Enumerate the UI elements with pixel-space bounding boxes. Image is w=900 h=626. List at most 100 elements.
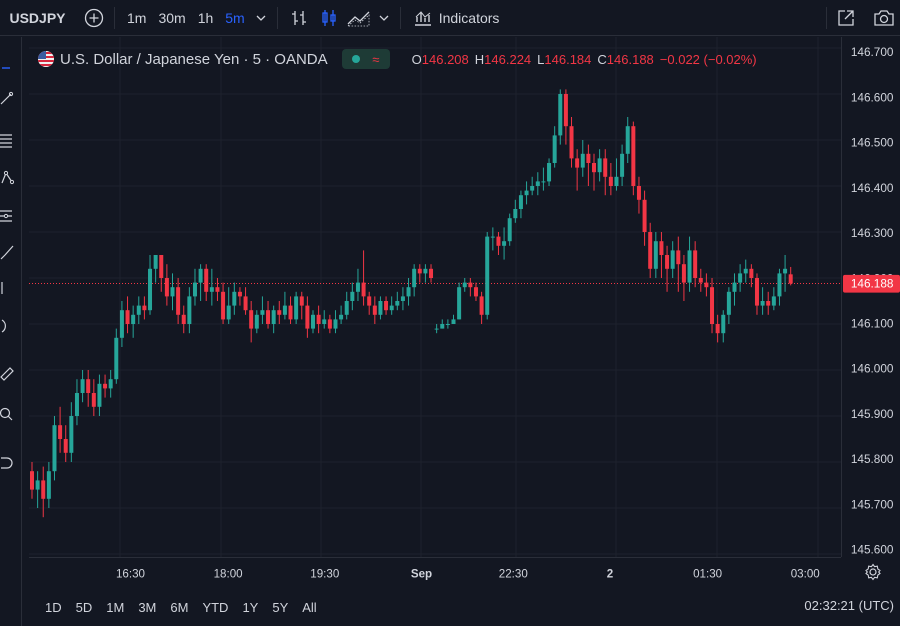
timeframe-30m[interactable]: 30m xyxy=(152,4,191,32)
trend-line-tool[interactable] xyxy=(0,87,20,109)
price-tick-label: 145.700 xyxy=(851,498,894,511)
price-tick-label: 146.100 xyxy=(851,317,894,330)
snapshot-share-button[interactable] xyxy=(833,4,859,32)
time-tick-label: 18:00 xyxy=(214,567,243,580)
candle xyxy=(620,144,625,186)
axis-settings-button[interactable] xyxy=(864,563,884,583)
time-tick-label: 16:30 xyxy=(116,567,145,580)
pattern-tool[interactable] xyxy=(0,167,20,189)
bottom-toolbar: 1D 5D 1M 3M 6M YTD 1Y 5Y All 02:32:21 (UTC) xyxy=(22,588,900,626)
candle xyxy=(659,232,664,278)
candle xyxy=(715,314,720,343)
candle xyxy=(243,287,248,315)
candle xyxy=(125,296,130,334)
candle xyxy=(552,126,557,168)
candle xyxy=(305,296,310,338)
range-3m[interactable]: 3M xyxy=(131,600,163,615)
fib-icon xyxy=(0,134,12,148)
range-all[interactable]: All xyxy=(295,600,323,615)
text-icon xyxy=(1,282,3,294)
ohlc-low: L146.184 xyxy=(537,51,592,67)
candle xyxy=(389,296,394,315)
candle xyxy=(181,305,186,334)
price-tick-label: 145.600 xyxy=(851,544,894,557)
market-open-dot-icon xyxy=(351,55,360,63)
candle xyxy=(760,287,765,315)
candle xyxy=(187,287,192,334)
range-6m[interactable]: 6M xyxy=(163,600,195,615)
candle xyxy=(91,379,96,416)
price-tick-label: 146.400 xyxy=(851,182,894,195)
candle xyxy=(535,172,540,196)
market-status-badge[interactable]: ≈ xyxy=(341,49,390,69)
timeframe-5m[interactable]: 5m xyxy=(219,4,250,32)
candle xyxy=(142,296,147,320)
timeframe-1m[interactable]: 1m xyxy=(121,4,152,32)
area-style-button[interactable] xyxy=(344,4,374,32)
candle xyxy=(698,268,703,292)
range-5y[interactable]: 5Y xyxy=(265,600,295,615)
candle xyxy=(80,370,85,403)
candle xyxy=(754,273,759,315)
zoom-tool[interactable] xyxy=(0,403,20,425)
smiley-icon xyxy=(1,319,6,333)
range-1d[interactable]: 1D xyxy=(38,600,69,615)
candle xyxy=(339,305,344,324)
price-tick-label: 145.800 xyxy=(851,453,894,466)
legend-title[interactable]: U.S. Dollar / Japanese Yen · 5 · OANDA xyxy=(60,51,328,68)
utc-clock[interactable]: 02:32:21 (UTC) xyxy=(804,598,894,613)
candle xyxy=(41,466,46,518)
candle xyxy=(192,268,197,306)
symbol-search[interactable]: USDJPY xyxy=(0,4,72,32)
range-1y[interactable]: 1Y xyxy=(235,600,265,615)
time-axis[interactable]: 16:30 18:00 19:30 Sep 22:30 2 01:30 03:00 xyxy=(29,557,841,587)
candle xyxy=(395,291,400,311)
candle xyxy=(282,291,287,320)
candle xyxy=(766,291,771,315)
candle xyxy=(176,278,181,324)
candle xyxy=(653,232,658,278)
candlestick-chart[interactable] xyxy=(29,37,841,557)
zoom-in-icon xyxy=(0,407,13,421)
toolbar-divider xyxy=(114,6,115,29)
indicators-button[interactable]: Indicators xyxy=(407,4,506,32)
magnet-tool[interactable] xyxy=(0,452,20,474)
price-axis[interactable]: 146.700146.600146.500146.400146.300146.2… xyxy=(841,37,900,557)
compare-add-button[interactable] xyxy=(80,4,108,32)
icons-tool[interactable] xyxy=(0,315,20,337)
candle xyxy=(681,255,686,301)
candle xyxy=(237,287,242,306)
candle xyxy=(777,268,782,306)
time-tick-label: 19:30 xyxy=(310,567,339,580)
area-chart-icon xyxy=(346,11,370,26)
price-tick-label: 145.900 xyxy=(851,408,894,421)
range-1m[interactable]: 1M xyxy=(99,600,131,615)
ohlc-values: O146.208 H146.224 L146.184 C146.188 −0.0… xyxy=(412,52,757,67)
range-ytd[interactable]: YTD xyxy=(195,600,235,615)
candles-style-button[interactable] xyxy=(314,4,344,32)
measure-tool[interactable] xyxy=(0,362,20,384)
text-tool[interactable] xyxy=(0,277,20,299)
snapshot-camera-button[interactable] xyxy=(870,4,898,32)
timeframe-dropdown[interactable] xyxy=(251,4,271,32)
crosshair-tool[interactable] xyxy=(0,51,20,73)
wave-icon: ≈ xyxy=(372,51,380,67)
fib-tool[interactable] xyxy=(0,130,20,152)
toolbar-divider xyxy=(276,6,278,29)
candle xyxy=(103,374,108,398)
candle xyxy=(412,264,417,297)
time-tick-label: 2 xyxy=(607,567,613,580)
candle xyxy=(136,296,141,324)
candle xyxy=(299,291,304,320)
range-5d[interactable]: 5D xyxy=(69,600,100,615)
candle xyxy=(614,158,619,191)
prediction-tool[interactable] xyxy=(0,205,20,227)
candle xyxy=(743,259,748,283)
timeframe-1h[interactable]: 1h xyxy=(192,4,220,32)
bar-style-button[interactable] xyxy=(284,4,314,32)
brush-tool[interactable] xyxy=(0,242,20,264)
chart-type-dropdown[interactable] xyxy=(374,4,394,32)
candle xyxy=(400,287,405,311)
chevron-down-icon xyxy=(379,15,389,21)
candle xyxy=(783,255,788,292)
